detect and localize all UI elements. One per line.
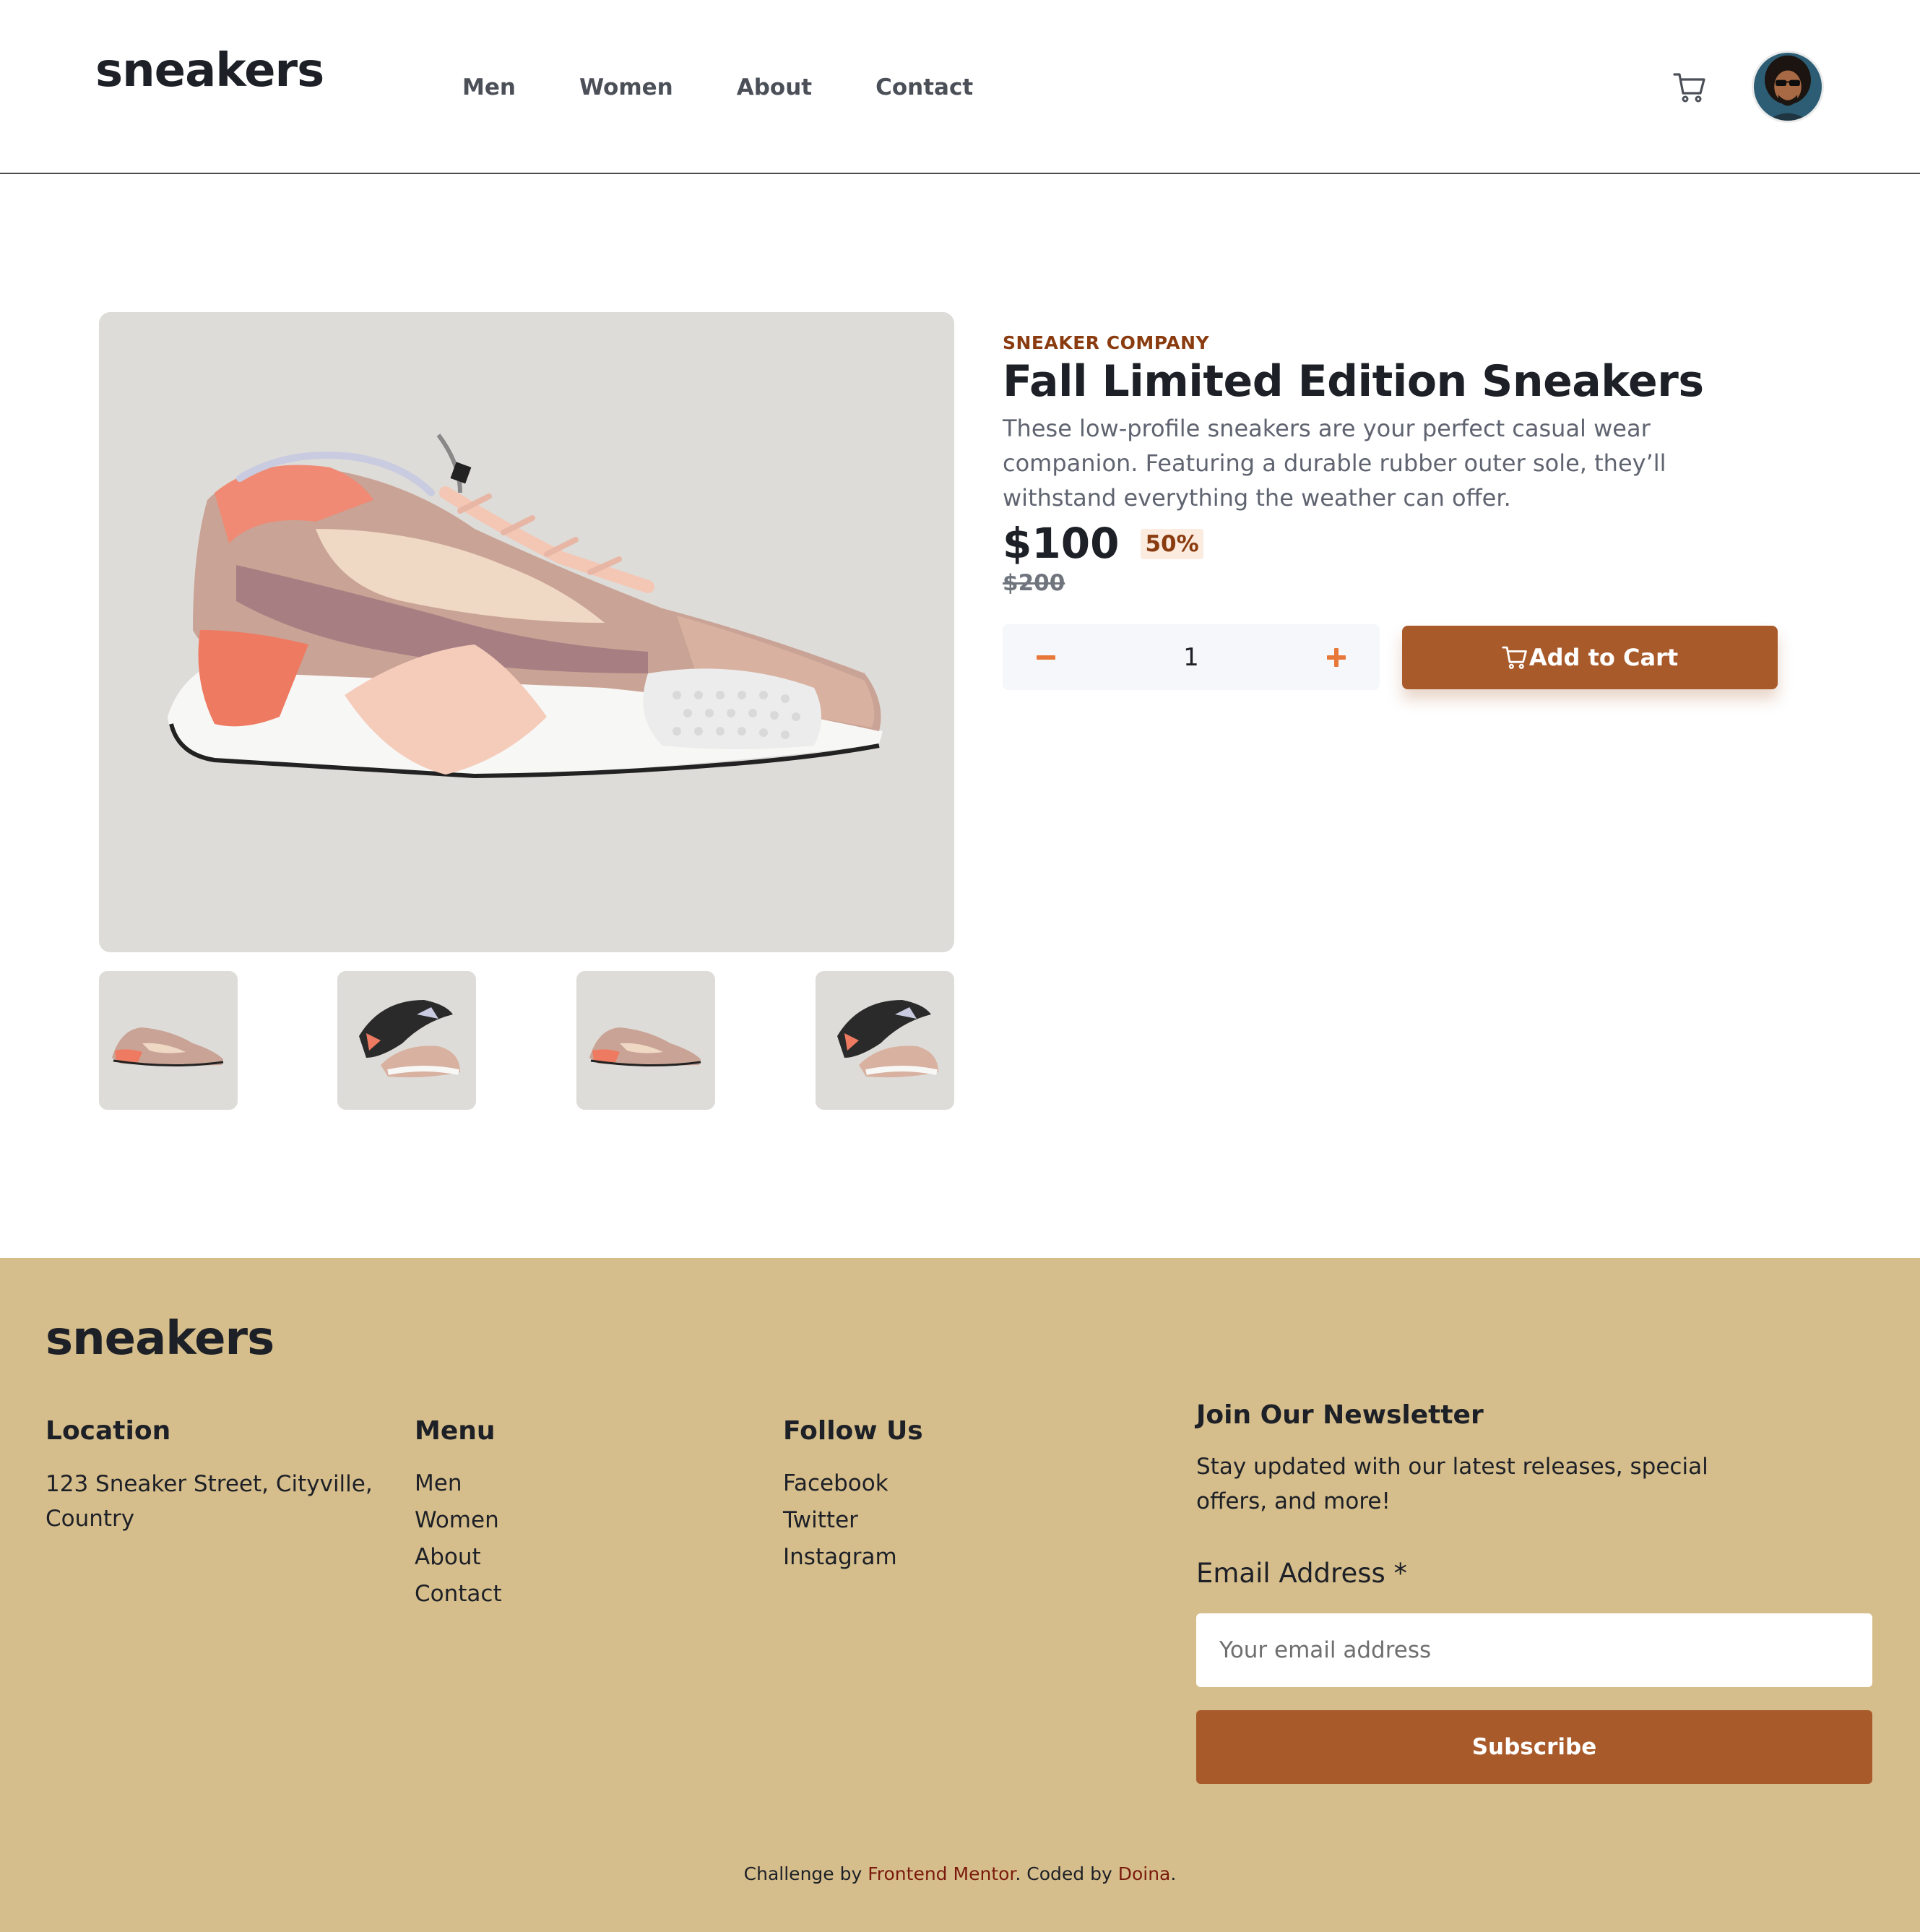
nav-link-women[interactable]: Women xyxy=(579,74,673,101)
company-name: SNEAKER COMPANY xyxy=(1003,332,1210,353)
social-links: Facebook Twitter Instagram xyxy=(783,1465,923,1576)
cart-button[interactable] xyxy=(1670,68,1709,107)
sneaker-thumbnail xyxy=(576,971,715,1110)
footer-logo[interactable]: sneakers xyxy=(46,1316,274,1362)
sneaker-thumbnail xyxy=(816,971,954,1110)
site-footer: sneakers Location 123 Sneaker Street, Ci… xyxy=(0,1258,1920,1932)
current-price: $100 xyxy=(1003,519,1120,568)
thumbnail-2[interactable] xyxy=(337,971,476,1110)
avatar[interactable] xyxy=(1752,51,1824,123)
nav-link-men[interactable]: Men xyxy=(462,74,516,101)
social-link-facebook[interactable]: Facebook xyxy=(783,1470,888,1496)
credit-suffix: . xyxy=(1170,1863,1177,1884)
decrease-quantity-button[interactable] xyxy=(1032,643,1060,672)
sneaker-thumbnail xyxy=(337,971,476,1110)
footer-link-men[interactable]: Men xyxy=(415,1470,462,1496)
site-header: sneakers Men Women About Contact xyxy=(0,0,1920,174)
social-link-instagram[interactable]: Instagram xyxy=(783,1544,897,1570)
discount-badge: 50% xyxy=(1141,528,1203,559)
footer-link-contact[interactable]: Contact xyxy=(415,1581,502,1607)
product-description: These low-profile sneakers are your perf… xyxy=(1003,415,1666,512)
email-label: Email Address * xyxy=(1196,1558,1408,1590)
price-row: $100 50% xyxy=(1003,519,1783,568)
newsletter: Join Our Newsletter Stay updated with ou… xyxy=(1196,1400,1874,1784)
thumbnail-1[interactable] xyxy=(99,971,238,1110)
footer-menu: Menu Men Women About Contact xyxy=(415,1415,502,1613)
quantity-value: 1 xyxy=(1183,642,1199,672)
menu-heading: Menu xyxy=(415,1416,496,1446)
add-to-cart-button[interactable]: Add to Cart xyxy=(1402,626,1778,689)
increase-quantity-button[interactable] xyxy=(1322,643,1351,672)
plus-icon xyxy=(1326,647,1346,667)
nav-link-about[interactable]: About xyxy=(737,74,812,101)
author-link[interactable]: Doina xyxy=(1118,1863,1171,1884)
original-price: $200 xyxy=(1003,569,1065,596)
add-to-cart-label: Add to Cart xyxy=(1528,644,1679,671)
subscribe-button[interactable]: Subscribe xyxy=(1196,1709,1872,1784)
footer-location: Location 123 Sneaker Street, Cityville, … xyxy=(46,1415,378,1536)
cart-icon xyxy=(1673,73,1705,103)
credit-middle: . Coded by xyxy=(1015,1863,1118,1884)
location-heading: Location xyxy=(46,1416,171,1446)
footer-link-about[interactable]: About xyxy=(415,1544,481,1570)
quantity-stepper: 1 xyxy=(1003,624,1380,690)
frontend-mentor-link[interactable]: Frontend Mentor xyxy=(868,1863,1015,1884)
footer-link-women[interactable]: Women xyxy=(415,1507,499,1533)
follow-heading: Follow Us xyxy=(783,1416,923,1446)
avatar-image xyxy=(1754,53,1822,121)
location-address: 123 Sneaker Street, Cityville, Country xyxy=(46,1471,373,1532)
newsletter-text: Stay updated with our latest releases, s… xyxy=(1196,1454,1708,1515)
main-nav: Men Women About Contact xyxy=(462,74,1037,101)
nav-link-contact[interactable]: Contact xyxy=(875,74,973,101)
thumbnail-4[interactable] xyxy=(816,971,954,1110)
footer-follow: Follow Us Facebook Twitter Instagram xyxy=(783,1415,923,1576)
social-link-twitter[interactable]: Twitter xyxy=(783,1507,858,1533)
email-field[interactable] xyxy=(1196,1613,1872,1687)
credit-prefix: Challenge by xyxy=(743,1863,868,1884)
newsletter-heading: Join Our Newsletter xyxy=(1196,1400,1484,1430)
product-title: Fall Limited Edition Sneakers xyxy=(1003,356,1704,407)
thumbnail-strip xyxy=(99,971,954,1110)
product-main-image[interactable] xyxy=(99,312,954,952)
footer-menu-list: Men Women About Contact xyxy=(415,1465,502,1613)
product-details: SNEAKER COMPANY Fall Limited Edition Sne… xyxy=(1003,332,1783,596)
attribution: Challenge by Frontend Mentor. Coded by D… xyxy=(0,1863,1920,1884)
cart-icon xyxy=(1502,646,1527,669)
sneaker-image xyxy=(99,312,954,952)
thumbnail-3[interactable] xyxy=(576,971,715,1110)
sneaker-thumbnail xyxy=(99,971,238,1110)
minus-icon xyxy=(1037,655,1055,660)
logo[interactable]: sneakers xyxy=(95,48,324,94)
